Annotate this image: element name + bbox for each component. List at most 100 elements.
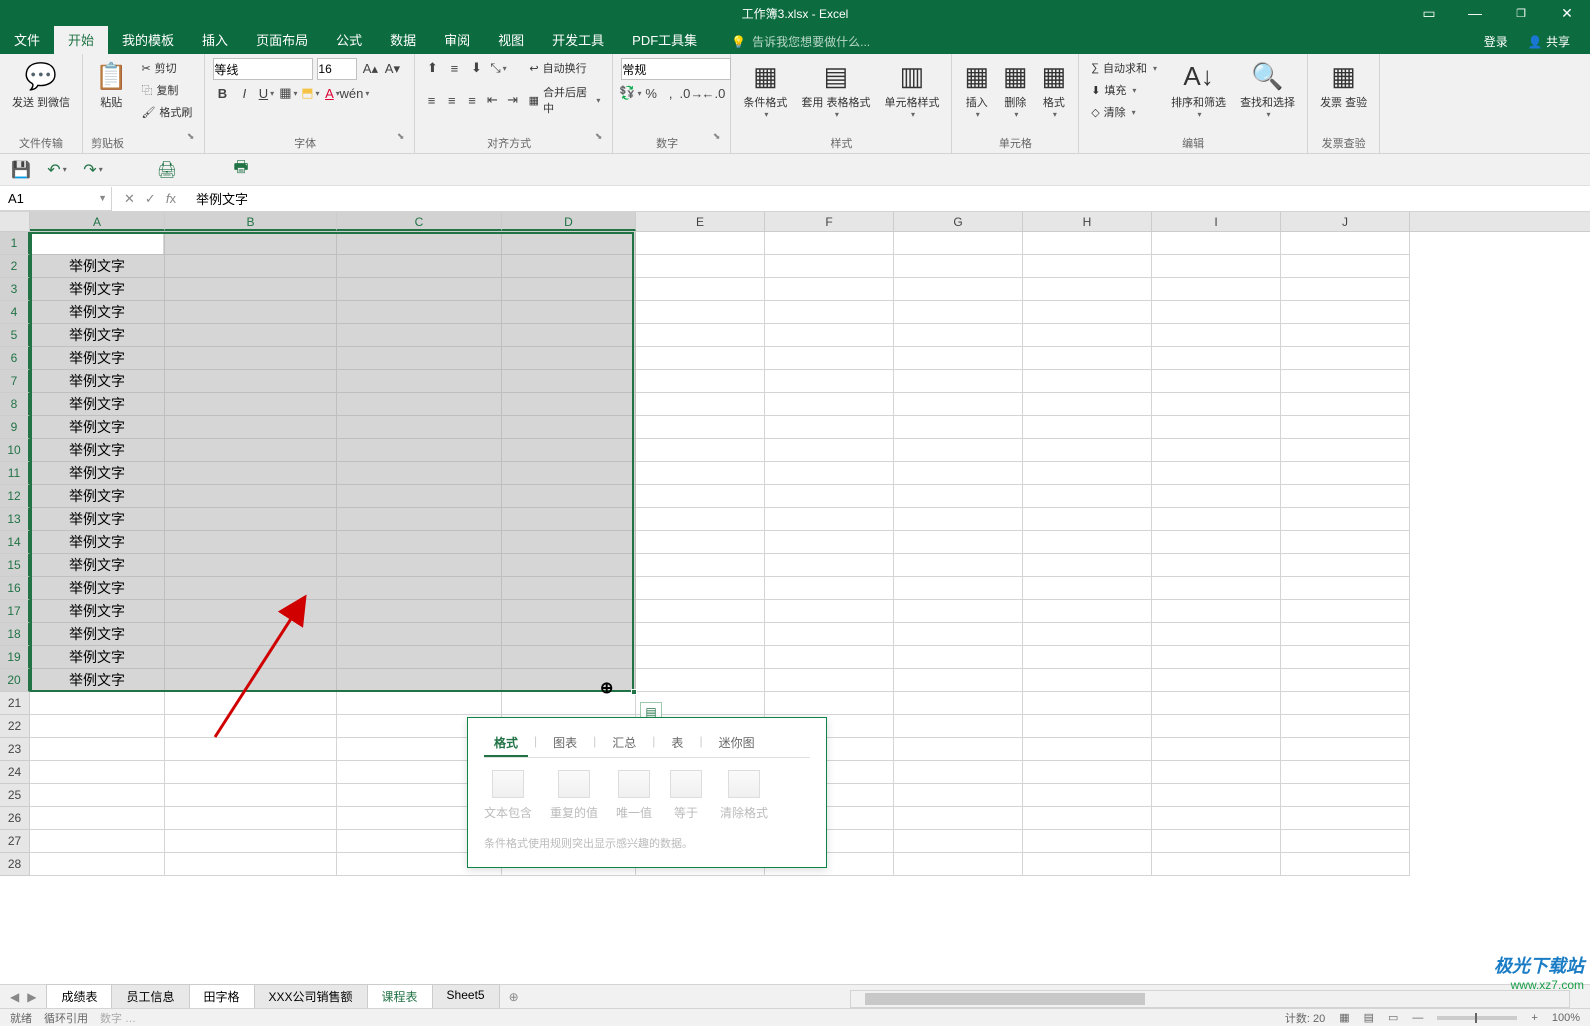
zoom-out-icon[interactable]: — [1412, 1012, 1423, 1024]
row-header-11[interactable]: 11 [0, 462, 30, 485]
cell-J7[interactable] [1281, 370, 1410, 393]
cell-J10[interactable] [1281, 439, 1410, 462]
cell-C12[interactable] [337, 485, 502, 508]
format-painter-button[interactable]: 🖌格式刷 [137, 102, 196, 122]
restore-icon[interactable]: ❐ [1498, 0, 1544, 26]
cell-A21[interactable] [30, 692, 165, 715]
format-cells-button[interactable]: ▦格式 [1038, 58, 1071, 122]
cell-D5[interactable] [502, 324, 636, 347]
cell-C21[interactable] [337, 692, 502, 715]
cell-F5[interactable] [765, 324, 894, 347]
row-header-23[interactable]: 23 [0, 738, 30, 761]
cell-A15[interactable]: 举例文字 [30, 554, 165, 577]
cell-D8[interactable] [502, 393, 636, 416]
number-launcher-icon[interactable]: ⬊ [713, 131, 721, 151]
cell-J26[interactable] [1281, 807, 1410, 830]
cell-J11[interactable] [1281, 462, 1410, 485]
cell-D2[interactable] [502, 255, 636, 278]
cell-B12[interactable] [165, 485, 337, 508]
cell-I23[interactable] [1152, 738, 1281, 761]
align-center-icon[interactable]: ≡ [444, 91, 460, 109]
fx-icon[interactable]: fx [166, 191, 176, 206]
qa-tab-表[interactable]: 表 [661, 730, 693, 757]
cell-D20[interactable] [502, 669, 636, 692]
cell-D6[interactable] [502, 347, 636, 370]
cell-E10[interactable] [636, 439, 765, 462]
cell-C18[interactable] [337, 623, 502, 646]
conditional-format-button[interactable]: ▦条件格式 [739, 58, 791, 122]
border-button[interactable]: ▦ [279, 84, 297, 102]
cell-I19[interactable] [1152, 646, 1281, 669]
cell-H22[interactable] [1023, 715, 1152, 738]
cell-A12[interactable]: 举例文字 [30, 485, 165, 508]
cell-B6[interactable] [165, 347, 337, 370]
col-header-E[interactable]: E [636, 212, 765, 231]
cell-H5[interactable] [1023, 324, 1152, 347]
cell-I18[interactable] [1152, 623, 1281, 646]
col-header-I[interactable]: I [1152, 212, 1281, 231]
cell-E17[interactable] [636, 600, 765, 623]
row-header-3[interactable]: 3 [0, 278, 30, 301]
cell-G20[interactable] [894, 669, 1023, 692]
cell-A3[interactable]: 举例文字 [30, 278, 165, 301]
cell-B9[interactable] [165, 416, 337, 439]
cell-C17[interactable] [337, 600, 502, 623]
cell-H3[interactable] [1023, 278, 1152, 301]
cell-J24[interactable] [1281, 761, 1410, 784]
cell-A6[interactable]: 举例文字 [30, 347, 165, 370]
cell-J16[interactable] [1281, 577, 1410, 600]
cell-E16[interactable] [636, 577, 765, 600]
align-right-icon[interactable]: ≡ [464, 91, 480, 109]
view-normal-icon[interactable]: ▦ [1339, 1011, 1349, 1024]
delete-cells-button[interactable]: ▦删除 [999, 58, 1032, 122]
sort-filter-button[interactable]: A↓排序和筛选 [1167, 58, 1230, 122]
cell-A28[interactable] [30, 853, 165, 876]
row-header-26[interactable]: 26 [0, 807, 30, 830]
cell-A19[interactable]: 举例文字 [30, 646, 165, 669]
login-link[interactable]: 登录 [1474, 33, 1518, 50]
cell-B19[interactable] [165, 646, 337, 669]
sheet-tab-Sheet5[interactable]: Sheet5 [432, 984, 500, 1010]
cell-B10[interactable] [165, 439, 337, 462]
column-headers[interactable]: ABCDEFGHIJ [30, 212, 1590, 232]
cell-F2[interactable] [765, 255, 894, 278]
cell-H10[interactable] [1023, 439, 1152, 462]
cell-I7[interactable] [1152, 370, 1281, 393]
zoom-in-icon[interactable]: + [1531, 1012, 1537, 1024]
cell-I2[interactable] [1152, 255, 1281, 278]
cell-B2[interactable] [165, 255, 337, 278]
cell-F1[interactable] [765, 232, 894, 255]
cell-G4[interactable] [894, 301, 1023, 324]
row-headers[interactable]: 1234567891011121314151617181920212223242… [0, 232, 30, 876]
cell-G18[interactable] [894, 623, 1023, 646]
send-wechat-button[interactable]: 💬发送 到微信 [8, 58, 74, 112]
cell-A24[interactable] [30, 761, 165, 784]
cell-B14[interactable] [165, 531, 337, 554]
cell-C4[interactable] [337, 301, 502, 324]
cell-A13[interactable]: 举例文字 [30, 508, 165, 531]
cell-I27[interactable] [1152, 830, 1281, 853]
row-header-9[interactable]: 9 [0, 416, 30, 439]
cell-G26[interactable] [894, 807, 1023, 830]
font-name-select[interactable] [213, 58, 313, 80]
cell-H9[interactable] [1023, 416, 1152, 439]
qa-tab-汇总[interactable]: 汇总 [602, 730, 646, 757]
row-header-2[interactable]: 2 [0, 255, 30, 278]
cell-B22[interactable] [165, 715, 337, 738]
cell-A23[interactable] [30, 738, 165, 761]
cell-D12[interactable] [502, 485, 636, 508]
row-header-7[interactable]: 7 [0, 370, 30, 393]
cell-F18[interactable] [765, 623, 894, 646]
cell-B5[interactable] [165, 324, 337, 347]
cell-D4[interactable] [502, 301, 636, 324]
cell-F19[interactable] [765, 646, 894, 669]
cell-E12[interactable] [636, 485, 765, 508]
align-middle-icon[interactable]: ≡ [445, 59, 463, 77]
worksheet-grid[interactable]: ABCDEFGHIJ 12345678910111213141516171819… [0, 212, 1590, 894]
cell-H8[interactable] [1023, 393, 1152, 416]
cell-D9[interactable] [502, 416, 636, 439]
close-icon[interactable]: ✕ [1544, 0, 1590, 26]
cell-A10[interactable]: 举例文字 [30, 439, 165, 462]
cell-I16[interactable] [1152, 577, 1281, 600]
col-header-D[interactable]: D [502, 212, 636, 231]
